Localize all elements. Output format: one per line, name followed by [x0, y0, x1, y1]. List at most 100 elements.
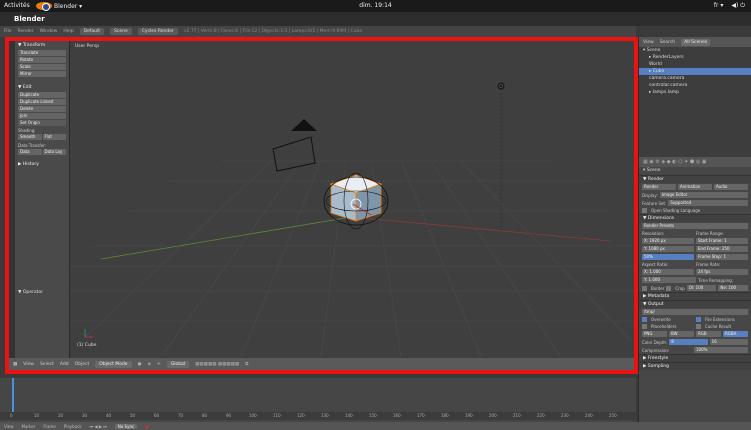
depth-8-toggle[interactable]: 8 [669, 339, 708, 345]
menu-add[interactable]: Add [60, 362, 69, 367]
freestyle-panel-title[interactable]: ▶ Freestyle [639, 354, 751, 362]
audio-button[interactable]: Audio [714, 184, 748, 190]
rgba-toggle[interactable]: RGBA [723, 331, 748, 337]
clock[interactable]: dim. 19:14 [0, 2, 751, 9]
flat-button[interactable]: Flat [42, 134, 66, 140]
menu-file[interactable]: File [4, 29, 12, 34]
lamp-object[interactable] [497, 82, 505, 231]
menu-render[interactable]: Render [18, 29, 34, 34]
output-path-field[interactable]: /tmp/ [642, 309, 748, 315]
history-panel-title[interactable]: ▶ History [18, 162, 66, 167]
3d-scene-canvas[interactable] [71, 41, 638, 358]
menu-help[interactable]: Help [63, 29, 73, 34]
pivot-icon[interactable]: ◈ [148, 362, 151, 367]
outliner-item-cube[interactable]: ▸ Cube [639, 68, 751, 75]
menu-frame[interactable]: Frame [43, 424, 55, 429]
cache-result-checkbox[interactable] [696, 324, 701, 329]
layout-selector[interactable]: Default [79, 28, 105, 35]
record-icon[interactable]: ● [145, 424, 149, 429]
snap-icon[interactable]: ⧉ [245, 361, 248, 367]
remap-new-field[interactable]: Ne: 100 [718, 285, 749, 291]
transform-panel-title[interactable]: ▼ Transform [18, 43, 66, 48]
outliner-view-menu[interactable]: View [643, 40, 654, 45]
frame-step-field[interactable]: Frame Step: 1 [696, 254, 748, 260]
duplicate-button[interactable]: Duplicate [18, 92, 66, 98]
shading-icon[interactable]: ● [138, 362, 142, 367]
animation-button[interactable]: Animation [678, 184, 712, 190]
crop-checkbox[interactable] [666, 285, 672, 291]
file-extensions-checkbox[interactable] [696, 317, 701, 322]
manipulator-icon[interactable]: ✛ [157, 362, 161, 367]
orientation-selector[interactable]: Global [166, 360, 190, 368]
duplicate-linked-button[interactable]: Duplicate Linked [18, 99, 66, 105]
scene-selector[interactable]: Scene [110, 28, 132, 35]
resolution-y-field[interactable]: Y: 1080 px [642, 246, 694, 252]
menu-select[interactable]: Select [40, 362, 54, 367]
camera-object[interactable] [272, 119, 317, 172]
output-panel-title[interactable]: ▼ Output [639, 300, 751, 308]
properties-context-icons[interactable]: ▦ ◉ ⚙ ◈ ◆ ◐ ⬡ ✦ ⬢ ◎ ▣ [639, 157, 751, 167]
menu-playback[interactable]: Playback [64, 424, 82, 429]
delete-button[interactable]: Delete [18, 106, 66, 112]
data-button[interactable]: Data [18, 149, 42, 155]
osl-checkbox[interactable] [642, 208, 647, 213]
display-selector[interactable]: Image Editor [659, 192, 748, 198]
data-layers-button[interactable]: Data Lay [42, 149, 66, 155]
frame-ruler[interactable]: 0 10 20 30 40 50 60 70 80 90 100 110 120… [0, 412, 636, 420]
layers-icon[interactable]: ▦▦▦▦▦ ▦▦▦▦▦ [195, 362, 239, 367]
edit-panel-title[interactable]: ▼ Edit [18, 85, 66, 90]
editor-type-icon[interactable]: ▦ [13, 362, 17, 367]
outliner-item-lamp[interactable]: ▸ lamps.lamp [639, 89, 751, 96]
translate-button[interactable]: Translate [18, 50, 66, 56]
smooth-button[interactable]: Smooth [18, 134, 42, 140]
mode-selector[interactable]: Object Mode [95, 360, 132, 368]
outliner-item-scene[interactable]: ▾ Scene [639, 47, 751, 54]
resolution-x-field[interactable]: X: 1920 px [642, 238, 694, 244]
end-frame-field[interactable]: End Frame: 250 [696, 246, 748, 252]
operator-panel-title[interactable]: ▼ Operator [18, 290, 43, 295]
file-format-selector[interactable]: PNG [642, 331, 667, 337]
mirror-button[interactable]: Mirror [18, 71, 66, 77]
aspect-x-field[interactable]: X: 1.000 [642, 269, 694, 275]
sampling-panel-title[interactable]: ▶ Sampling [639, 362, 751, 370]
aspect-y-field[interactable]: Y: 1.000 [642, 277, 696, 283]
power-volume-icon[interactable]: ◀) ⏻ [731, 2, 745, 10]
placeholders-checkbox[interactable] [642, 324, 647, 329]
menu-window[interactable]: Window [40, 29, 58, 34]
bw-toggle[interactable]: BW [669, 331, 694, 337]
fps-selector[interactable]: 24 fps [696, 269, 748, 275]
menu-marker[interactable]: Marker [22, 424, 36, 429]
playback-controls-icon[interactable]: ⏮ ◀ ▶ ⏭ [90, 424, 107, 429]
timeline-editor[interactable]: 0 10 20 30 40 50 60 70 80 90 100 110 120… [0, 378, 636, 422]
menu-view[interactable]: View [4, 424, 14, 429]
scale-button[interactable]: Scale [18, 64, 66, 70]
outliner-item-renderlayers[interactable]: ▸ RenderLayers [639, 54, 751, 61]
dimensions-panel-title[interactable]: ▼ Dimensions [639, 214, 751, 222]
menu-object[interactable]: Object [75, 362, 90, 367]
start-frame-field[interactable]: Start Frame: 1 [696, 238, 748, 244]
system-tray[interactable]: fr ▾ ◀) ⏻ [714, 2, 745, 10]
overwrite-checkbox[interactable] [642, 317, 647, 322]
language-indicator[interactable]: fr ▾ [714, 2, 724, 10]
display-mode-selector[interactable]: All Scenes [681, 38, 711, 46]
rgb-toggle[interactable]: RGB [696, 331, 721, 337]
3d-viewport[interactable]: User Persp (1) Cube [71, 41, 638, 358]
render-button[interactable]: Render [642, 184, 676, 190]
menu-view[interactable]: View [23, 362, 34, 367]
metadata-panel-title[interactable]: ▶ Metadata [639, 292, 751, 300]
remap-old-field[interactable]: Ol: 100 [686, 285, 717, 291]
outliner-item-camera[interactable]: camera.camera [639, 75, 751, 82]
render-engine-selector[interactable]: Cycles Render [137, 28, 178, 35]
resolution-percent-slider[interactable]: 50% [642, 254, 694, 260]
depth-16-toggle[interactable]: 16 [709, 339, 748, 345]
border-checkbox[interactable] [642, 285, 647, 291]
cube-object[interactable] [323, 172, 389, 230]
render-presets-selector[interactable]: Render Presets [642, 223, 748, 229]
set-origin-dropdown[interactable]: Set Origin [18, 120, 66, 126]
outliner-item-controlar[interactable]: controlar.camera [639, 82, 751, 89]
render-panel-title[interactable]: ▼ Render [639, 175, 751, 183]
outliner-search-menu[interactable]: Search [660, 40, 675, 45]
outliner-item-world[interactable]: World [639, 61, 751, 68]
sync-selector[interactable]: No Sync [114, 423, 138, 429]
join-button[interactable]: Join [18, 113, 66, 119]
